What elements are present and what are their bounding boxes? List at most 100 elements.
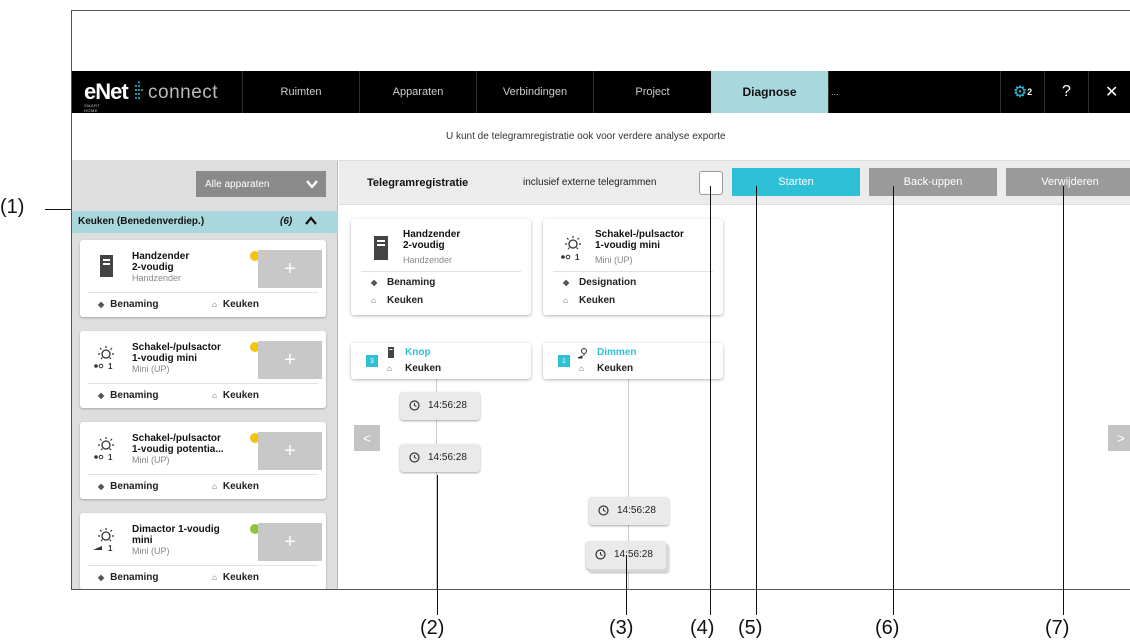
room-group-count: (6) (280, 216, 293, 227)
channel-card[interactable]: 1 Dimmen ⌂ Keuken (543, 343, 723, 379)
add-device-button[interactable]: + (258, 432, 322, 470)
include-external-label: inclusief externe telegrammen (523, 177, 657, 188)
panel-title: Telegramregistratie (367, 177, 469, 189)
channel-name: Dimmen (597, 347, 637, 358)
device-filter-dropdown[interactable]: Alle apparaten (196, 171, 326, 197)
add-device-button[interactable]: + (258, 341, 322, 379)
device-designation: ◆ Benaming (98, 481, 159, 492)
telegram-toolbar: Telegramregistratie inclusief externe te… (339, 161, 1130, 205)
designation-label: Benaming (110, 481, 159, 492)
backup-button[interactable]: Back-uppen (869, 168, 997, 196)
device-card[interactable]: 1 Schakel-/pulsactor 1-voudig mini Mini (… (80, 331, 326, 408)
tab-verbindingen[interactable]: Verbindingen (476, 71, 593, 113)
device-card[interactable]: 1 Schakel-/pulsactor 1-voudig potentia...… (80, 422, 326, 499)
tab-apparaten[interactable]: Apparaten (359, 71, 476, 113)
delete-button[interactable]: Verwijderen (1006, 168, 1130, 196)
device-room: ⌂ Keuken (212, 390, 259, 401)
leader-line-2 (437, 475, 438, 615)
source-device-card[interactable]: Handzender 2-voudig Handzender ◆ Benaming … (351, 219, 531, 315)
logo-subtext: SMART HOME (84, 103, 101, 113)
tag-icon: ◆ (563, 278, 570, 287)
device-sidebar: Alle apparaten Keuken (Benedenverdiep.) … (72, 161, 338, 589)
source-device-card[interactable]: 1 Schakel-/pulsactor 1-voudig mini Mini (… (543, 219, 723, 315)
device-designation: ◆ Benaming (98, 572, 159, 583)
room-label: Keuken (597, 363, 634, 374)
dimmer-icon (577, 348, 587, 359)
divider (88, 383, 318, 384)
source-device-type: Handzender (403, 255, 453, 265)
channel-number-badge: 1 (558, 355, 570, 367)
device-filter-value: Alle apparaten (205, 178, 270, 190)
home-icon: ⌂ (579, 364, 584, 373)
chevron-right-icon: > (1116, 430, 1126, 446)
source-name-line-2: 1-voudig mini (595, 240, 660, 251)
designation-label: Benaming (110, 572, 159, 583)
dimmer-actuator-icon: 1 (93, 528, 114, 553)
info-bar: U kunt de telegramregistratie ook voor v… (72, 113, 1130, 161)
device-card[interactable]: Handzender 2-voudig Handzender + ◆ Benamin… (80, 240, 326, 317)
divider (88, 565, 318, 566)
source-name-line-2: 2-voudig (403, 240, 445, 251)
callout-7: (7) (1045, 617, 1070, 639)
device-room: ⌂ Keuken (212, 572, 259, 583)
tab-ruimten[interactable]: Ruimten (242, 71, 359, 113)
close-button[interactable]: ✕ (1088, 71, 1130, 113)
device-name-line-2: 1-voudig mini (132, 353, 197, 364)
tag-icon: ◆ (98, 300, 105, 309)
clock-icon (409, 400, 420, 411)
hand-transmitter-icon (100, 255, 113, 277)
room-label: Keuken (579, 295, 616, 306)
channel-card[interactable]: 3 Knop ⌂ Keuken (351, 343, 531, 379)
home-icon: ⌂ (212, 573, 217, 582)
device-card[interactable]: 1 Dimactor 1-voudig mini Mini (UP) + ◆ Ben… (80, 513, 326, 589)
light-switch-actuator-icon: 1 (94, 346, 114, 371)
top-navigation-bar: eNet SMART HOME connect Ruimten Apparate… (72, 71, 1130, 113)
room-group-name: Keuken (Benedenverdiep.) (78, 216, 205, 227)
scroll-right-button[interactable]: > (1108, 425, 1130, 451)
callout-6: (6) (875, 617, 900, 639)
clock-icon (409, 452, 420, 463)
divider (88, 292, 318, 293)
leader-line-4 (710, 186, 711, 615)
room-label: Keuken (222, 390, 259, 401)
designation-label: Designation (579, 277, 637, 288)
start-button[interactable]: Starten (732, 168, 860, 196)
device-type: Mini (UP) (132, 455, 170, 465)
source-device-name: Handzender 2-voudig (403, 229, 460, 251)
home-icon: ⌂ (387, 364, 392, 373)
device-room: ⌂ Keuken (212, 481, 259, 492)
room-group-header[interactable]: Keuken (Benedenverdiep.) (6) (72, 211, 338, 233)
device-room: ⌂ Keuken (212, 299, 259, 310)
device-name-line-1: Dimactor 1-voudig (132, 524, 220, 535)
device-name-line-1: Schakel-/pulsactor (132, 433, 221, 444)
tab-overflow[interactable]: ... (828, 71, 846, 113)
room-label: Keuken (222, 572, 259, 583)
channel-number-badge: 3 (366, 355, 378, 367)
device-name-line-1: Handzender (132, 251, 190, 262)
tab-diagnose[interactable]: Diagnose (711, 71, 828, 113)
telegram-entry[interactable]: 14:56:28 (589, 497, 669, 525)
source-name-line-1: Schakel-/pulsactor (595, 229, 684, 240)
device-name-line-2: 2-voudig (132, 262, 174, 273)
scroll-left-button[interactable]: < (354, 425, 380, 451)
callout-1: (1) (0, 196, 25, 218)
chevron-up-icon[interactable] (304, 214, 318, 228)
room-label: Keuken (387, 295, 424, 306)
device-name: Schakel-/pulsactor 1-voudig potentia... (132, 433, 242, 455)
light-switch-actuator-icon: 1 (561, 236, 581, 262)
room-label: Keuken (405, 363, 442, 374)
leader-line-5 (756, 186, 757, 615)
settings-button[interactable]: ⚙ 2 (1000, 71, 1044, 113)
telegram-entry[interactable]: 14:56:28 (400, 392, 480, 420)
telegram-entry[interactable]: 14:56:28 (400, 444, 480, 472)
add-device-button[interactable]: + (258, 523, 322, 561)
add-device-button[interactable]: + (258, 250, 322, 288)
include-external-checkbox[interactable] (699, 171, 723, 195)
leader-line-6 (893, 186, 894, 615)
hand-transmitter-icon (374, 236, 388, 260)
device-name: Dimactor 1-voudig mini (132, 524, 242, 546)
help-button[interactable]: ? (1044, 71, 1088, 113)
home-icon: ⌂ (212, 300, 217, 309)
divider (361, 271, 521, 272)
tab-project[interactable]: Project (593, 71, 711, 113)
